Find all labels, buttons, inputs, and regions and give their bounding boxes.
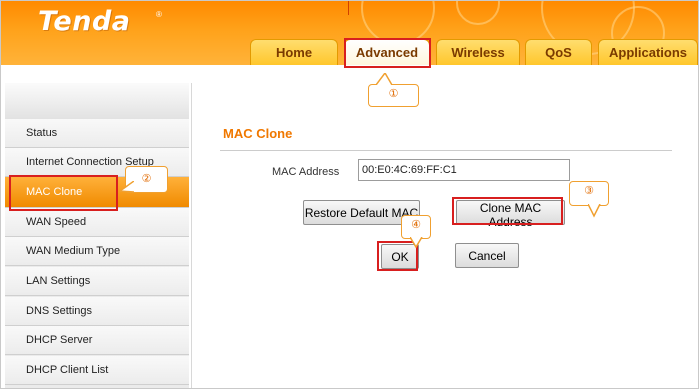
router-admin-window: Tenda ® Home Advanced Wireless QoS Appli… xyxy=(0,0,699,389)
sidebar: Status Internet Connection Setup MAC Clo… xyxy=(5,83,189,388)
header-divider xyxy=(348,1,349,15)
tab-home[interactable]: Home xyxy=(250,39,338,65)
callout-step-1: ① xyxy=(368,73,419,107)
callout-step-4: ④ xyxy=(401,215,431,249)
mac-address-input[interactable] xyxy=(358,159,570,181)
tenda-logo: Tenda xyxy=(38,6,131,37)
sidebar-item-wan-speed[interactable]: WAN Speed xyxy=(5,208,189,237)
header-strip xyxy=(1,65,698,83)
tab-qos[interactable]: QoS xyxy=(525,39,592,65)
sidebar-item-dhcp-client-list[interactable]: DHCP Client List xyxy=(5,356,189,385)
sidebar-header xyxy=(5,83,189,120)
sidebar-item-wan-medium-type[interactable]: WAN Medium Type xyxy=(5,237,189,266)
decorative-circle xyxy=(456,1,500,25)
step-1-number: ① xyxy=(388,88,399,100)
callout-pointer xyxy=(410,237,423,249)
tab-wireless[interactable]: Wireless xyxy=(436,39,520,65)
main-content: MAC Clone MAC Address Restore Default MA… xyxy=(191,83,698,388)
header-bar: Tenda ® Home Advanced Wireless QoS Appli… xyxy=(1,1,698,65)
step-2-number: ② xyxy=(141,173,152,185)
callout-step-2: ② xyxy=(120,166,168,193)
sidebar-item-dns-settings[interactable]: DNS Settings xyxy=(5,297,189,326)
cancel-button[interactable]: Cancel xyxy=(455,243,519,268)
sidebar-item-lan-settings[interactable]: LAN Settings xyxy=(5,267,189,296)
page-title: MAC Clone xyxy=(223,126,293,141)
tab-advanced[interactable]: Advanced xyxy=(344,39,430,65)
callout-pointer xyxy=(376,73,393,85)
callout-step-3: ③ xyxy=(569,181,609,218)
title-divider xyxy=(220,150,672,151)
step-3-number: ③ xyxy=(584,185,594,197)
tab-applications[interactable]: Applications xyxy=(598,39,698,65)
step-4-number: ④ xyxy=(411,219,421,231)
callout-pointer xyxy=(588,204,601,218)
sidebar-item-status[interactable]: Status xyxy=(5,119,189,148)
sidebar-item-dhcp-server[interactable]: DHCP Server xyxy=(5,326,189,355)
registered-mark: ® xyxy=(156,10,162,19)
mac-address-label: MAC Address xyxy=(272,166,340,178)
callout-pointer xyxy=(120,181,134,193)
clone-mac-address-button[interactable]: Clone MAC Address xyxy=(456,200,565,229)
